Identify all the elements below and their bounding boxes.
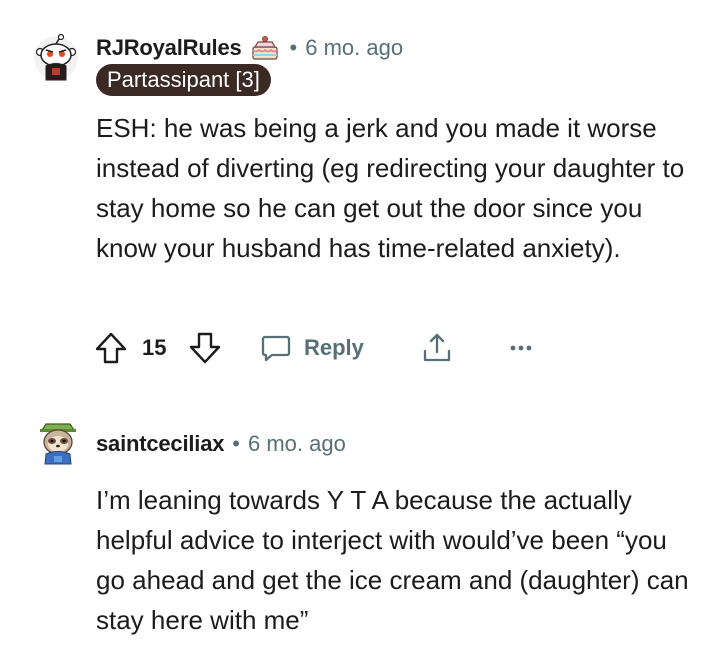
share-icon xyxy=(420,331,454,365)
reply-label: Reply xyxy=(304,335,364,360)
timestamp[interactable]: 6 mo. ago xyxy=(305,35,403,61)
sloth-avatar-icon[interactable] xyxy=(34,418,82,466)
speech-bubble-icon xyxy=(260,332,292,364)
comment-actions: 15 Reply xyxy=(94,328,554,368)
separator-dot: • xyxy=(232,431,240,456)
comment-body: ESH: he was being a jerk and you made it… xyxy=(96,113,685,263)
downvote-arrow-icon xyxy=(188,331,222,365)
share-button[interactable] xyxy=(420,328,454,368)
username[interactable]: saintceciliax xyxy=(96,431,224,457)
user-flair: Partassipant [3] xyxy=(96,64,271,96)
username[interactable]: RJRoyalRules xyxy=(96,35,242,61)
reply-button[interactable]: Reply xyxy=(260,328,364,368)
more-dots-icon xyxy=(508,343,534,353)
comment: RJRoyalRules • 6 mo. ago Partassipant [3… xyxy=(0,0,720,390)
snoo-avatar-icon[interactable] xyxy=(32,34,80,82)
vote-score: 15 xyxy=(142,335,167,360)
upvote-arrow-icon xyxy=(94,331,128,365)
cake-day-icon xyxy=(250,33,280,63)
comment-body: I’m leaning towards Y T A because the ac… xyxy=(96,485,689,635)
separator-dot: • xyxy=(289,35,298,60)
more-options-button[interactable] xyxy=(508,328,534,368)
comment: saintceciliax • 6 mo. ago I’m leaning to… xyxy=(0,390,720,656)
comment-meta: RJRoyalRules • 6 mo. ago xyxy=(96,32,403,64)
comment-meta: saintceciliax • 6 mo. ago xyxy=(96,428,346,460)
timestamp[interactable]: 6 mo. ago xyxy=(248,431,346,457)
upvote-button[interactable] xyxy=(94,328,128,368)
downvote-button[interactable] xyxy=(188,328,222,368)
